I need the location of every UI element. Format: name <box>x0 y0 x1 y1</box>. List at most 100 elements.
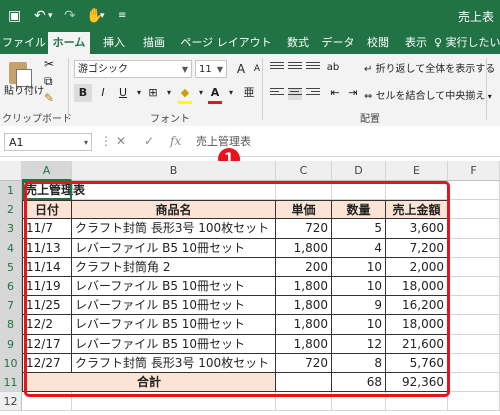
data-cell[interactable]: 5,760 <box>386 353 448 373</box>
column-header[interactable]: C <box>276 161 332 181</box>
decrease-font-icon[interactable]: A <box>248 60 266 78</box>
cut-icon[interactable]: ✂ <box>44 57 54 71</box>
data-cell[interactable]: 11/19 <box>22 277 72 297</box>
header-cell[interactable]: 日付 <box>22 200 72 220</box>
customize-toolbar-icon[interactable]: ≡ <box>118 7 126 25</box>
data-cell[interactable]: 11/14 <box>22 257 72 277</box>
column-header[interactable]: F <box>448 161 500 181</box>
data-cell[interactable]: レバーファイル B5 10冊セット <box>72 315 276 335</box>
total-amount-cell[interactable]: 92,360 <box>386 373 448 393</box>
select-all-corner[interactable] <box>0 161 22 181</box>
insert-function-icon[interactable]: fx <box>170 134 181 148</box>
align-left-icon[interactable] <box>270 88 284 100</box>
font-name-select[interactable]: 游ゴシック ▼ <box>74 60 192 78</box>
data-cell[interactable]: 2,000 <box>386 257 448 277</box>
tell-me-box[interactable]: ♀ 実行したい作 <box>434 32 500 54</box>
align-center-icon[interactable] <box>288 88 302 100</box>
align-top-icon[interactable] <box>270 62 284 74</box>
row-header[interactable]: 12 <box>0 392 22 412</box>
cancel-icon[interactable]: ✕ <box>116 134 126 148</box>
data-cell[interactable]: 4 <box>332 238 386 258</box>
touch-dropdown-icon[interactable]: ▾ <box>100 7 105 25</box>
undo-icon[interactable]: ↶ <box>34 7 46 25</box>
merge-center-button[interactable]: ⇔ セルを結合して中央揃え ▾ <box>364 87 492 102</box>
column-header[interactable]: B <box>72 161 276 181</box>
data-cell[interactable]: 3,600 <box>386 219 448 239</box>
format-painter-icon[interactable]: ✎ <box>44 91 54 105</box>
increase-indent-icon[interactable]: ⇥ <box>344 84 362 102</box>
data-cell[interactable]: 11/13 <box>22 238 72 258</box>
italic-button[interactable]: I <box>94 84 112 102</box>
data-cell[interactable]: 12/27 <box>22 353 72 373</box>
row-header[interactable]: 3 <box>0 219 22 239</box>
align-middle-icon[interactable] <box>288 62 302 74</box>
data-cell[interactable]: 1,800 <box>276 277 332 297</box>
paste-button-label[interactable]: 貼り付け <box>4 82 44 97</box>
align-right-icon[interactable] <box>306 88 320 100</box>
tab-home[interactable]: ホーム <box>48 32 90 54</box>
row-header[interactable]: 6 <box>0 277 22 297</box>
undo-dropdown-icon[interactable]: ▾ <box>48 7 53 25</box>
data-cell[interactable]: クラフト封筒 長形3号 100枚セット <box>72 219 276 239</box>
phonetic-guide-icon[interactable]: 亜 <box>240 84 258 102</box>
header-cell[interactable]: 数量 <box>332 200 386 220</box>
copy-icon[interactable]: ⧉ <box>44 74 53 89</box>
row-header[interactable]: 4 <box>0 238 22 258</box>
tab-file[interactable]: ファイル <box>2 32 46 54</box>
tab-draw[interactable]: 描画 <box>136 32 172 54</box>
row-header[interactable]: 2 <box>0 200 22 220</box>
data-cell[interactable]: 11/7 <box>22 219 72 239</box>
data-cell[interactable]: 1,800 <box>276 315 332 335</box>
column-header[interactable]: A <box>22 161 72 181</box>
row-header[interactable]: 5 <box>0 257 22 277</box>
data-cell[interactable]: 11/25 <box>22 296 72 316</box>
data-cell[interactable]: 5 <box>332 219 386 239</box>
column-header[interactable]: E <box>386 161 448 181</box>
row-header[interactable]: 8 <box>0 315 22 335</box>
column-header[interactable]: D <box>332 161 386 181</box>
tab-insert[interactable]: 挿入 <box>96 32 132 54</box>
row-header[interactable]: 7 <box>0 296 22 316</box>
data-cell[interactable]: 720 <box>276 353 332 373</box>
data-cell[interactable]: 1,800 <box>276 296 332 316</box>
data-cell[interactable]: 18,000 <box>386 315 448 335</box>
data-cell[interactable]: 720 <box>276 219 332 239</box>
data-cell[interactable]: 200 <box>276 257 332 277</box>
data-cell[interactable]: 1,800 <box>276 334 332 354</box>
formula-input[interactable]: 売上管理表 <box>196 133 496 151</box>
data-cell[interactable]: クラフト封筒 長形3号 100枚セット <box>72 353 276 373</box>
wrap-text-button[interactable]: ↵ 折り返して全体を表示する <box>364 60 495 75</box>
bold-button[interactable]: B <box>74 84 92 102</box>
data-cell[interactable]: 1,800 <box>276 238 332 258</box>
data-cell[interactable]: 18,000 <box>386 277 448 297</box>
header-cell[interactable]: 売上金額 <box>386 200 448 220</box>
total-quantity-cell[interactable]: 68 <box>332 373 386 393</box>
data-cell[interactable]: 10 <box>332 257 386 277</box>
data-cell[interactable]: 10 <box>332 315 386 335</box>
data-cell[interactable]: 9 <box>332 296 386 316</box>
total-unit-cell[interactable] <box>276 373 332 393</box>
tab-review[interactable]: 校閲 <box>360 32 396 54</box>
save-icon[interactable]: ▣ <box>8 7 21 25</box>
redo-icon[interactable]: ↷ <box>64 7 76 25</box>
orientation-icon[interactable]: ab <box>324 59 342 77</box>
data-cell[interactable]: 12/2 <box>22 315 72 335</box>
data-cell[interactable]: レバーファイル B5 10冊セット <box>72 296 276 316</box>
tab-page-layout[interactable]: ページ レイアウト <box>178 32 274 54</box>
data-cell[interactable]: 16,200 <box>386 296 448 316</box>
font-size-select[interactable]: 11 ▼ <box>195 60 227 78</box>
tab-data[interactable]: データ <box>320 32 356 54</box>
data-cell[interactable]: 7,200 <box>386 238 448 258</box>
row-header[interactable]: 10 <box>0 353 22 373</box>
data-cell[interactable]: 12/17 <box>22 334 72 354</box>
data-cell[interactable]: レバーファイル B5 10冊セット <box>72 238 276 258</box>
data-cell[interactable]: 12 <box>332 334 386 354</box>
header-cell[interactable]: 商品名 <box>72 200 276 220</box>
tab-view[interactable]: 表示 <box>398 32 434 54</box>
align-bottom-icon[interactable] <box>306 62 320 74</box>
row-header[interactable]: 11 <box>0 373 22 393</box>
data-cell[interactable]: 10 <box>332 277 386 297</box>
data-cell[interactable]: 21,600 <box>386 334 448 354</box>
row-header[interactable]: 9 <box>0 334 22 354</box>
name-box[interactable]: A1 ▾ <box>4 133 92 151</box>
